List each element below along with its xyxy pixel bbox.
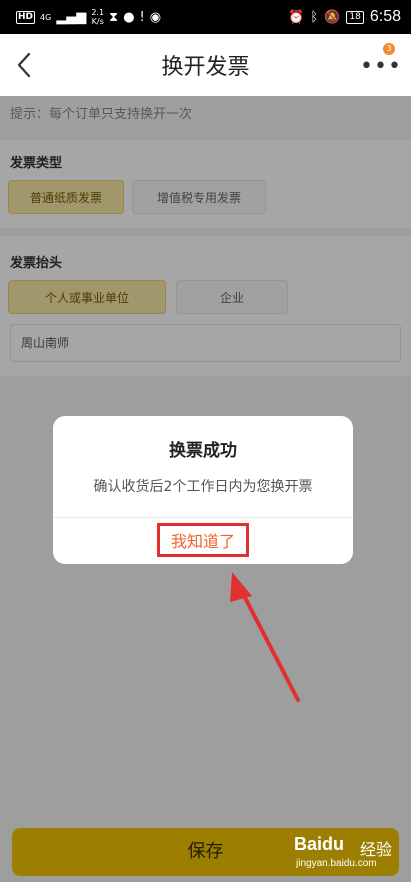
network-type: 4G — [40, 12, 52, 22]
alarm-icon: ⏰ — [288, 9, 305, 25]
status-left: HD 4G ▂▄▆ 2.1 K/s ⧗ ● ! ◉ — [16, 8, 161, 26]
status-bar: HD 4G ▂▄▆ 2.1 K/s ⧗ ● ! ◉ ⏰ ᛒ 🔕 18 6:58 — [0, 0, 411, 34]
success-dialog: 换票成功 确认收货后2个工作日内为您换开票 我知道了 — [53, 416, 353, 564]
bluetooth-icon: ᛒ — [310, 9, 319, 25]
dialog-confirm-button[interactable]: 我知道了 — [157, 523, 249, 557]
baidu-watermark: Baidu 经验 jingyan.baidu.com — [294, 830, 406, 876]
page-title: 换开发票 — [161, 55, 250, 80]
hourglass-icon: ⧗ — [109, 9, 119, 25]
network-speed: 2.1 K/s — [91, 8, 104, 26]
notification-icon: ● — [123, 9, 135, 25]
watermark-brand-cn: 经验 — [360, 840, 393, 859]
dialog-title: 换票成功 — [169, 441, 237, 461]
more-dots-icon[interactable]: ••• — [360, 52, 401, 80]
notification-badge: 3 — [383, 43, 395, 55]
nav-bar: 换开发票 ••• 3 — [0, 34, 411, 96]
status-right: ⏰ ᛒ 🔕 18 6:58 — [288, 8, 401, 26]
back-chevron-icon[interactable] — [8, 49, 40, 81]
alert-icon: ! — [139, 9, 145, 25]
speed-value: 2.1 — [91, 8, 105, 17]
clock: 6:58 — [369, 8, 401, 25]
signal-icon: ▂▄▆ — [56, 9, 87, 25]
watermark-url: jingyan.baidu.com — [296, 858, 377, 869]
speed-unit: K/s — [91, 17, 104, 26]
dialog-divider — [53, 517, 353, 518]
watermark-brand: Baidu — [294, 834, 345, 854]
app-icon: ◉ — [149, 9, 162, 25]
hd-badge: HD — [16, 10, 36, 24]
dialog-message: 确认收货后2个工作日内为您换开票 — [93, 479, 313, 495]
mute-icon: 🔕 — [324, 9, 341, 25]
battery-indicator: 18 — [346, 10, 364, 24]
